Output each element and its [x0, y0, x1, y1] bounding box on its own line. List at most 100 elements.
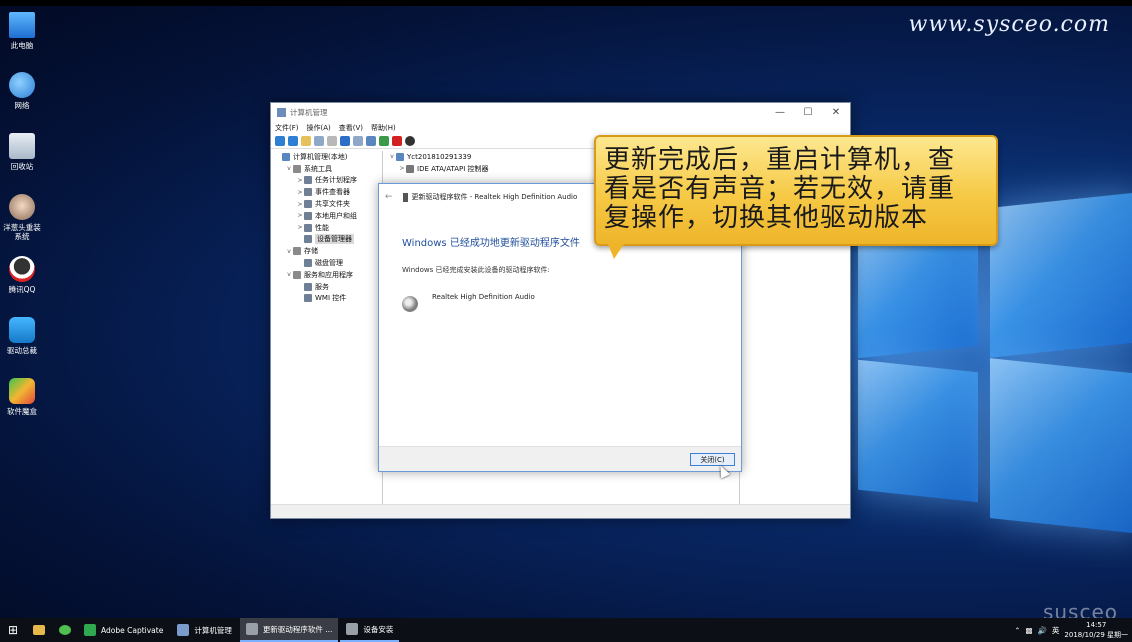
tree-item-label: 设备管理器 [315, 234, 354, 245]
network-status-icon[interactable]: ▩ [1025, 626, 1032, 635]
tree-item[interactable]: 服务 [272, 281, 382, 293]
callout-line: 看是否有声音；若无效，请重 [604, 174, 956, 204]
taskbar-app-button[interactable]: 计算机管理 [171, 618, 238, 642]
expand-icon[interactable]: v [285, 165, 293, 172]
ime-indicator[interactable]: 英 [1052, 625, 1060, 636]
windows-start-icon: ⊞ [7, 623, 19, 637]
desktop-icon-label: 软件魔盒 [7, 407, 37, 416]
expand-icon[interactable]: > [296, 224, 304, 231]
menu-file[interactable]: 文件(F) [275, 123, 299, 133]
expand-icon[interactable]: > [296, 189, 304, 196]
back-arrow-icon[interactable] [275, 136, 285, 146]
computer-management-icon [277, 107, 286, 117]
clock[interactable]: 14:57 2018/10/29 星期一 [1064, 620, 1128, 640]
tree-node-icon [304, 188, 312, 197]
navigation-tree: 计算机管理(本地) v 系统工具 > 任务计划程序 > 事件查看器 > 共享文件夹 > 本地用户和组… [272, 151, 383, 505]
tree-item-label: 系统工具 [304, 164, 332, 173]
tree-item[interactable]: 磁盘管理 [272, 257, 382, 269]
taskbar-app-button[interactable]: 设备安装 [340, 618, 400, 642]
computer-icon [396, 152, 404, 161]
tree-item[interactable]: > 性能 [272, 222, 382, 234]
show-tree-icon[interactable] [314, 136, 324, 146]
tree-node-icon [304, 223, 312, 232]
tree-item-label: 性能 [315, 223, 329, 232]
help-icon[interactable] [340, 136, 350, 146]
tree-item-label: 本地用户和组 [315, 211, 357, 220]
volume-icon[interactable]: 🔊 [1038, 626, 1047, 635]
expand-icon[interactable]: v [285, 248, 293, 255]
taskbar-pin-explorer[interactable] [26, 618, 52, 642]
clock-time: 14:57 [1086, 621, 1107, 629]
menu-action[interactable]: 操作(A) [307, 123, 331, 133]
update-driver-icon[interactable] [379, 136, 389, 146]
desktop-icon-label: 驱动总裁 [7, 346, 37, 355]
tree-item[interactable]: 设备管理器 [272, 234, 382, 246]
monitor-icon[interactable] [366, 136, 376, 146]
tree-node-icon [304, 294, 312, 303]
forward-arrow-icon[interactable] [288, 136, 298, 146]
callout-line: 复操作，切换其他驱动版本 [604, 203, 929, 233]
tree-item-label: WMI 控件 [315, 294, 347, 303]
dialog-title: 更新驱动程序软件 - Realtek High Definition Audio [411, 193, 578, 201]
tree-item[interactable]: v 系统工具 [272, 163, 382, 175]
back-arrow-icon[interactable]: ← [385, 192, 393, 202]
tree-item[interactable]: > 共享文件夹 [272, 198, 382, 210]
tree-item[interactable]: > 任务计划程序 [272, 175, 382, 187]
tree-item[interactable]: WMI 控件 [272, 293, 382, 305]
maximize-button[interactable]: ☐ [794, 107, 822, 118]
minimize-button[interactable]: — [766, 107, 794, 118]
scan-hardware-icon[interactable] [405, 136, 415, 146]
menu-view[interactable]: 查看(V) [339, 123, 363, 133]
view-icon[interactable] [353, 136, 363, 146]
desktop-icon-software-box[interactable]: 软件魔盒 [0, 378, 44, 416]
expand-icon[interactable]: > [296, 177, 304, 184]
top-black-bar [0, 0, 1132, 6]
desktop-icon-qq[interactable]: 腾讯QQ [0, 256, 44, 294]
expand-icon[interactable]: > [296, 201, 304, 208]
dialog-heading: Windows 已经成功地更新驱动程序文件 [402, 238, 580, 249]
tree-item-label: 事件查看器 [315, 188, 350, 197]
chevron-up-icon[interactable]: ⌃ [1014, 626, 1020, 635]
callout-line: 更新完成后，重启计算机，查 [604, 145, 956, 175]
uninstall-icon[interactable] [392, 136, 402, 146]
expand-icon[interactable]: v [285, 271, 293, 278]
desktop-icon-label: 腾讯QQ [8, 285, 36, 294]
menu-help[interactable]: 帮助(H) [371, 123, 396, 133]
device-icon [402, 192, 408, 202]
expand-icon[interactable]: > [398, 165, 406, 172]
taskbar-pin-browser[interactable] [52, 618, 78, 642]
device-name: Realtek High Definition Audio [432, 293, 535, 301]
desktop-icon-network[interactable]: 网络 [0, 72, 44, 110]
desktop-icon-this-pc[interactable]: 此电脑 [0, 12, 44, 50]
tree-item-label: 磁盘管理 [315, 259, 343, 268]
taskbar: ⊞ Adobe Captivate 计算机管理 更新驱动程序软件 ... 设备安装 ⌃… [0, 618, 1132, 642]
tree-item[interactable]: 计算机管理(本地) [272, 151, 382, 163]
window-title: 计算机管理 [290, 107, 328, 117]
dialog-subtext: Windows 已经完成安装此设备的驱动程序软件: [402, 266, 550, 274]
desktop-icon-driver[interactable]: 驱动总裁 [0, 317, 44, 355]
expand-icon[interactable]: > [296, 212, 304, 219]
tree-item[interactable]: v 服务和应用程序 [272, 269, 382, 281]
properties-icon[interactable] [327, 136, 337, 146]
up-folder-icon[interactable] [301, 136, 311, 146]
desktop-icon-recycle-bin[interactable]: 回收站 [0, 133, 44, 171]
tree-item[interactable]: > 本地用户和组 [272, 210, 382, 222]
taskbar-app-button[interactable]: Adobe Captivate [78, 618, 169, 642]
desktop-icon-reinstall[interactable]: 洋葱头重装系统 [0, 194, 44, 241]
clock-date: 2018/10/29 星期一 [1064, 631, 1128, 639]
close-button[interactable]: 关闭(C) [690, 453, 735, 466]
tree-item[interactable]: v 存储 [272, 245, 382, 257]
this-pc-icon [9, 12, 35, 38]
close-window-button[interactable]: ✕ [822, 107, 850, 118]
app-icon [177, 624, 190, 636]
file-explorer-icon [33, 625, 45, 635]
network-icon [9, 72, 35, 98]
expand-icon[interactable]: v [388, 153, 396, 160]
taskbar-app-button[interactable]: 更新驱动程序软件 ... [239, 618, 339, 642]
tree-node-icon [304, 282, 312, 291]
tree-node-icon [293, 270, 301, 279]
start-button[interactable]: ⊞ [0, 618, 26, 642]
tree-item[interactable]: > 事件查看器 [272, 186, 382, 198]
window-titlebar[interactable]: 计算机管理 — ☐ ✕ [271, 103, 850, 121]
menu-bar: 文件(F) 操作(A) 查看(V) 帮助(H) [271, 121, 850, 134]
